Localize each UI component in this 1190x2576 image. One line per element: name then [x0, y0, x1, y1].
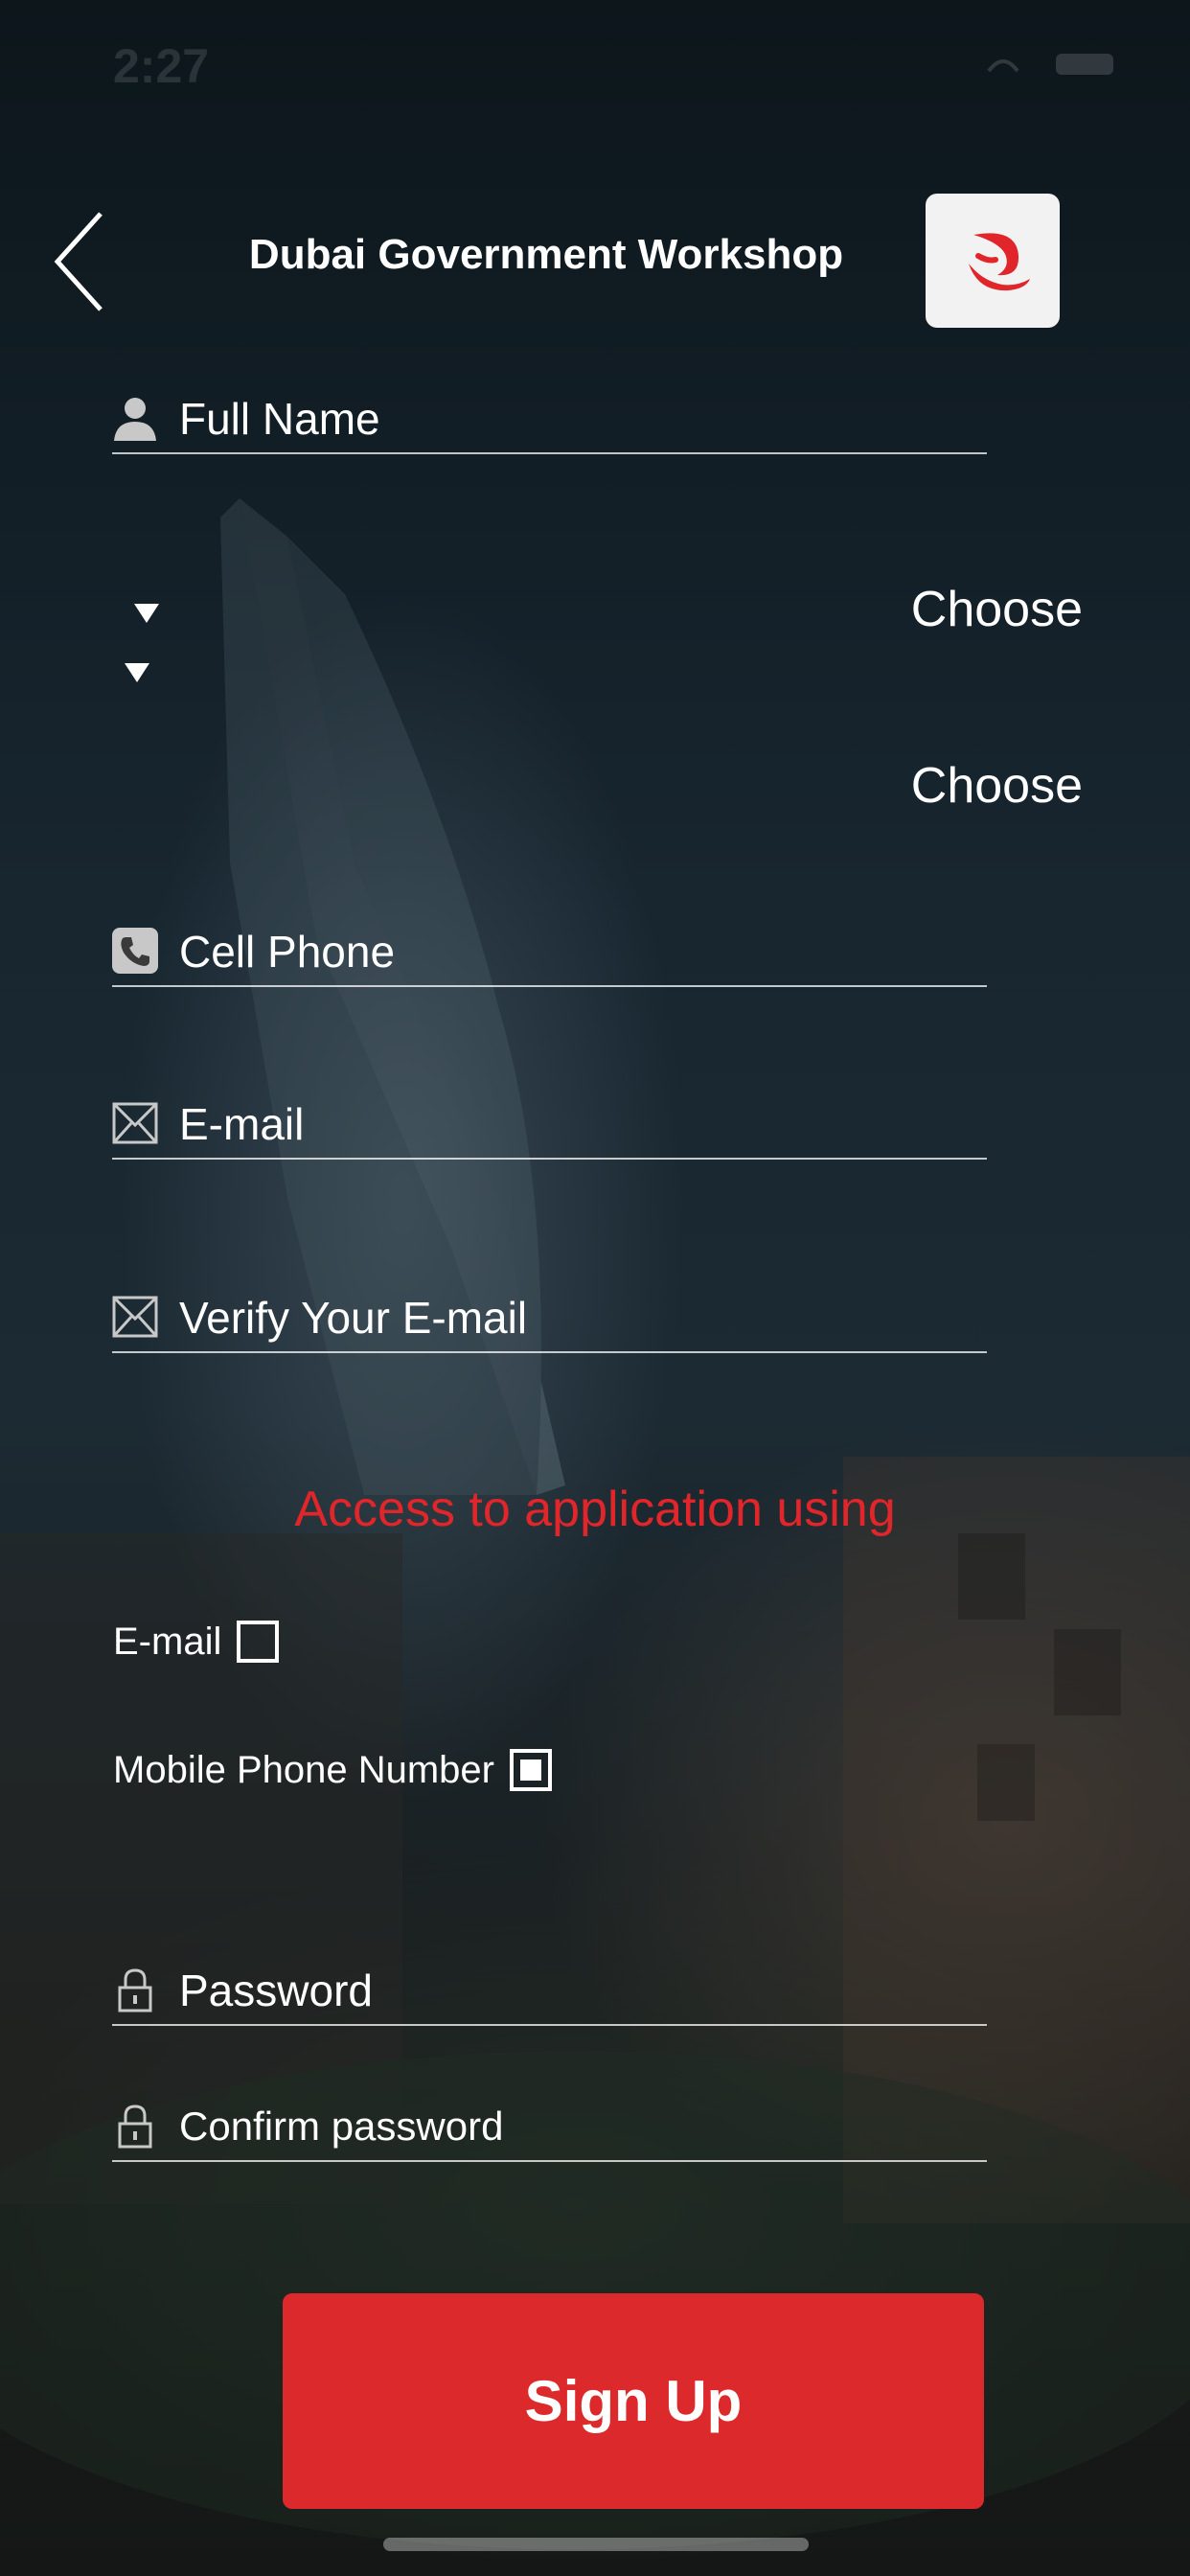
lock-icon — [118, 1968, 152, 2012]
access-option-mobile[interactable]: Mobile Phone Number — [113, 1741, 552, 1799]
lock-icon — [118, 2104, 152, 2149]
select-2-value: Choose — [910, 758, 1083, 814]
app-logo — [926, 194, 1060, 328]
confirm-password-placeholder: Confirm password — [179, 2104, 504, 2149]
caret-down-icon — [125, 663, 149, 682]
envelope-icon — [112, 1102, 158, 1144]
cell-phone-field[interactable]: Cell Phone — [112, 916, 987, 987]
select-dropdown-2[interactable]: Choose — [125, 748, 1083, 824]
sign-up-button[interactable]: Sign Up — [283, 2293, 984, 2509]
verify-email-placeholder: Verify Your E-mail — [179, 1293, 528, 1343]
person-icon — [114, 398, 156, 441]
full-name-placeholder: Full Name — [179, 394, 380, 444]
verify-email-field[interactable]: Verify Your E-mail — [112, 1282, 987, 1353]
email-field[interactable]: E-mail — [112, 1089, 987, 1160]
access-option-email[interactable]: E-mail — [113, 1613, 280, 1670]
signup-screen: 2:27 Dubai Government Workshop Full Name… — [0, 0, 1190, 2576]
page-title: Dubai Government Workshop — [248, 231, 844, 278]
access-title: Access to application using — [294, 1482, 896, 1537]
cell-phone-placeholder: Cell Phone — [179, 927, 396, 977]
password-field[interactable]: Password — [112, 1965, 987, 2026]
email-checkbox[interactable] — [237, 1621, 280, 1663]
status-icons — [987, 54, 1113, 75]
select-1-value: Choose — [910, 582, 1083, 637]
confirm-password-field[interactable]: Confirm password — [112, 2104, 987, 2162]
password-placeholder: Password — [179, 1966, 373, 2015]
select-dropdown-1[interactable]: Choose — [125, 571, 1083, 648]
status-time: 2:27 — [113, 39, 210, 93]
caret-down-icon — [134, 604, 159, 623]
mobile-checkbox[interactable] — [510, 1749, 552, 1791]
home-indicator — [383, 2538, 809, 2551]
chevron-left-icon — [54, 212, 103, 311]
full-name-field[interactable]: Full Name — [112, 383, 987, 454]
access-option-label: E-mail — [113, 1620, 222, 1663]
phone-icon — [112, 928, 158, 974]
back-button[interactable] — [48, 209, 115, 314]
access-option-label: Mobile Phone Number — [113, 1748, 494, 1791]
email-placeholder: E-mail — [179, 1099, 305, 1149]
logo-icon — [969, 233, 1030, 291]
envelope-icon — [112, 1296, 158, 1338]
